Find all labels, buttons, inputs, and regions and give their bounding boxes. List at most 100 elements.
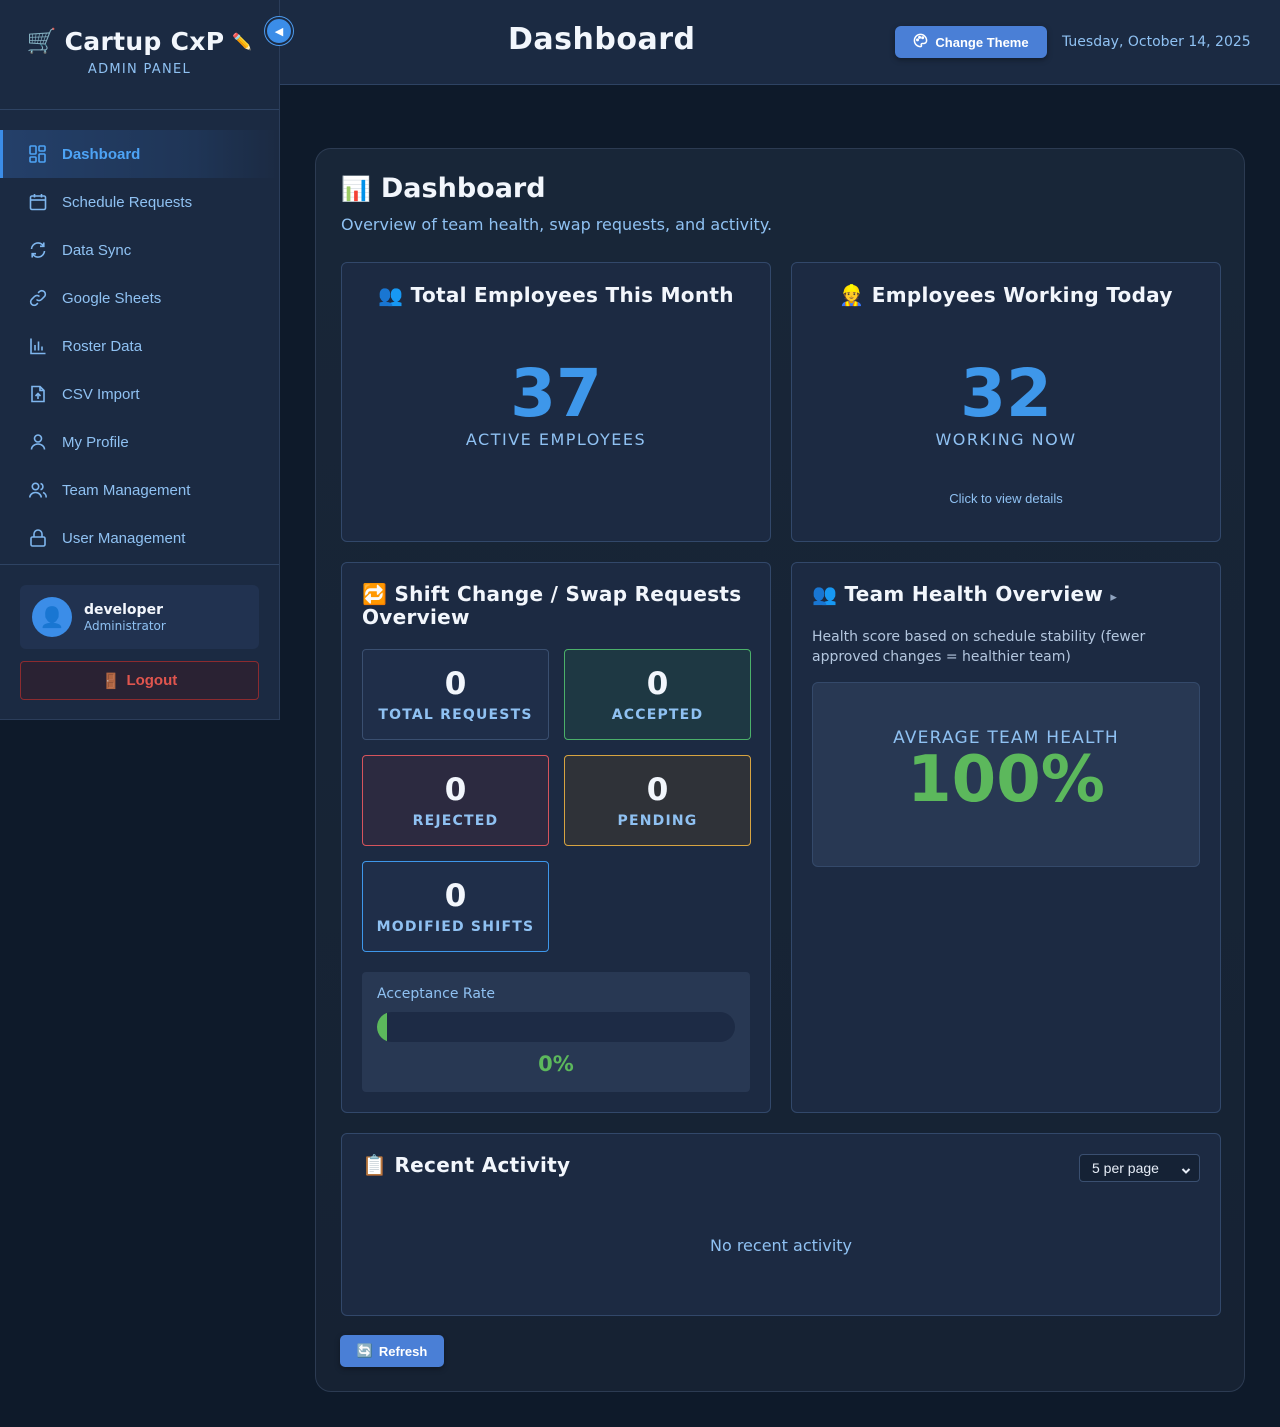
- acceptance-rate-label: Acceptance Rate: [377, 986, 496, 1002]
- total-employees-value: 37: [510, 355, 602, 432]
- link-icon: [28, 288, 48, 308]
- sidebar-item-label: Roster Data: [62, 337, 143, 355]
- sidebar-nav: Dashboard Schedule Requests Data Sync Go…: [0, 110, 279, 562]
- total-requests-value: 0: [444, 665, 467, 702]
- working-today-title-text: Employees Working Today: [871, 283, 1173, 307]
- rejected-stat: 0 REJECTED: [362, 755, 549, 846]
- total-employees-label: ACTIVE EMPLOYEES: [465, 430, 647, 449]
- cart-icon: 🛒: [26, 27, 57, 55]
- rejected-value: 0: [444, 771, 467, 808]
- sidebar-item-my-profile[interactable]: My Profile: [0, 418, 279, 466]
- brand-title: Cartup CxP: [64, 26, 225, 56]
- no-activity-message: No recent activity: [709, 1236, 853, 1255]
- team-health-card: 👥 Team Health Overview ▸ Health score ba…: [791, 562, 1221, 1113]
- sidebar-item-user-management[interactable]: User Management: [0, 514, 279, 562]
- refresh-button[interactable]: 🔄 Refresh: [340, 1335, 444, 1367]
- recent-activity-title: 📋 Recent Activity: [362, 1154, 570, 1177]
- total-employees-title-text: Total Employees This Month: [410, 283, 734, 307]
- refresh-label: Refresh: [378, 1343, 428, 1359]
- acceptance-rate-bar: [377, 1012, 735, 1042]
- swap-requests-title-text: Shift Change / Swap Requests Overview: [362, 582, 742, 629]
- page-title: Dashboard: [508, 22, 696, 57]
- modified-shifts-value: 0: [444, 877, 467, 914]
- rejected-label: REJECTED: [412, 812, 499, 829]
- sidebar: 🛒 Cartup CxP ✏️ ADMIN PANEL Dashboard Sc…: [0, 0, 280, 720]
- user-name: developer: [84, 601, 163, 618]
- accepted-label: ACCEPTED: [611, 706, 704, 723]
- people-icon: 👥: [812, 582, 838, 606]
- accepted-value: 0: [646, 665, 669, 702]
- topbar: Dashboard Change Theme Tuesday, October …: [280, 0, 1280, 85]
- chart-icon: 📊: [341, 174, 371, 203]
- sidebar-item-data-sync[interactable]: Data Sync: [0, 226, 279, 274]
- file-upload-icon: [28, 384, 48, 404]
- sidebar-item-label: Schedule Requests: [62, 193, 193, 211]
- total-employees-title: 👥 Total Employees This Month: [342, 283, 770, 307]
- brand-subtitle: ADMIN PANEL: [87, 61, 192, 77]
- pending-value: 0: [646, 771, 669, 808]
- sync-icon: [28, 240, 48, 260]
- door-icon: 🚪: [101, 672, 121, 690]
- working-today-title: 👷 Employees Working Today: [792, 283, 1220, 307]
- sidebar-item-label: Dashboard: [62, 145, 141, 163]
- sidebar-item-label: User Management: [62, 529, 186, 547]
- team-health-description: Health score based on schedule stability…: [812, 629, 1146, 665]
- lock-icon: [28, 528, 48, 548]
- chevron-left-icon: ◀: [274, 24, 284, 38]
- view-details-link[interactable]: Click to view details: [792, 491, 1220, 506]
- swap-requests-title: 🔁 Shift Change / Swap Requests Overview: [362, 583, 762, 629]
- logout-button[interactable]: 🚪 Logout: [20, 661, 259, 700]
- sidebar-item-label: Google Sheets: [62, 289, 162, 307]
- expand-arrow-icon[interactable]: ▸: [1110, 590, 1117, 605]
- user-card[interactable]: 👤 developer Administrator: [20, 585, 259, 649]
- pending-label: PENDING: [617, 812, 698, 829]
- acceptance-rate-value: 0%: [538, 1052, 574, 1076]
- sidebar-item-schedule-requests[interactable]: Schedule Requests: [0, 178, 279, 226]
- sidebar-item-label: Team Management: [62, 481, 191, 499]
- dashboard-heading-text: Dashboard: [380, 173, 546, 204]
- sidebar-divider: [0, 564, 279, 565]
- change-theme-label: Change Theme: [935, 34, 1029, 50]
- sidebar-item-csv-import[interactable]: CSV Import: [0, 370, 279, 418]
- recent-activity-card: 📋 Recent Activity 5 per page No recent a…: [341, 1133, 1221, 1316]
- modified-shifts-stat: 0 MODIFIED SHIFTS: [362, 861, 549, 952]
- working-today-value: 32: [960, 355, 1052, 432]
- acceptance-rate-box: Acceptance Rate 0%: [362, 972, 750, 1092]
- palette-icon: [913, 33, 928, 51]
- sidebar-item-dashboard[interactable]: Dashboard: [0, 130, 279, 178]
- accepted-stat: 0 ACCEPTED: [564, 649, 751, 740]
- sidebar-item-label: My Profile: [62, 433, 129, 451]
- worker-icon: 👷: [839, 283, 865, 307]
- dashboard-panel: 📊 Dashboard Overview of team health, swa…: [315, 148, 1245, 1392]
- total-requests-label: TOTAL REQUESTS: [378, 706, 533, 723]
- dashboard-description: Overview of team health, swap requests, …: [341, 215, 773, 234]
- clipboard-icon: 📋: [362, 1153, 388, 1177]
- average-health-box: AVERAGE TEAM HEALTH 100%: [812, 682, 1200, 867]
- change-theme-button[interactable]: Change Theme: [895, 26, 1047, 58]
- sidebar-item-team-management[interactable]: Team Management: [0, 466, 279, 514]
- team-health-title-text: Team Health Overview: [844, 582, 1104, 606]
- user-role: Administrator: [84, 618, 166, 633]
- working-today-label: WORKING NOW: [935, 430, 1077, 449]
- working-today-card[interactable]: 👷 Employees Working Today 32 WORKING NOW…: [791, 262, 1221, 542]
- user-icon: [28, 432, 48, 452]
- recent-activity-title-text: Recent Activity: [394, 1153, 571, 1177]
- pencil-icon[interactable]: ✏️: [232, 32, 252, 51]
- people-icon: 👥: [378, 283, 404, 307]
- collapse-sidebar-button[interactable]: ◀: [265, 17, 293, 45]
- current-date: Tuesday, October 14, 2025: [1062, 34, 1251, 50]
- logout-label: Logout: [126, 672, 178, 689]
- team-health-title[interactable]: 👥 Team Health Overview ▸: [812, 583, 1117, 609]
- chevron-down-icon: [1181, 1163, 1191, 1174]
- modified-shifts-label: MODIFIED SHIFTS: [376, 918, 535, 935]
- sidebar-item-roster-data[interactable]: Roster Data: [0, 322, 279, 370]
- total-employees-card: 👥 Total Employees This Month 37 ACTIVE E…: [341, 262, 771, 542]
- sidebar-item-google-sheets[interactable]: Google Sheets: [0, 274, 279, 322]
- calendar-icon: [28, 192, 48, 212]
- pending-stat: 0 PENDING: [564, 755, 751, 846]
- swap-requests-card: 🔁 Shift Change / Swap Requests Overview …: [341, 562, 771, 1113]
- per-page-select[interactable]: 5 per page: [1079, 1154, 1200, 1182]
- total-requests-stat: 0 TOTAL REQUESTS: [362, 649, 549, 740]
- users-icon: [28, 480, 48, 500]
- acceptance-rate-fill: [377, 1012, 387, 1042]
